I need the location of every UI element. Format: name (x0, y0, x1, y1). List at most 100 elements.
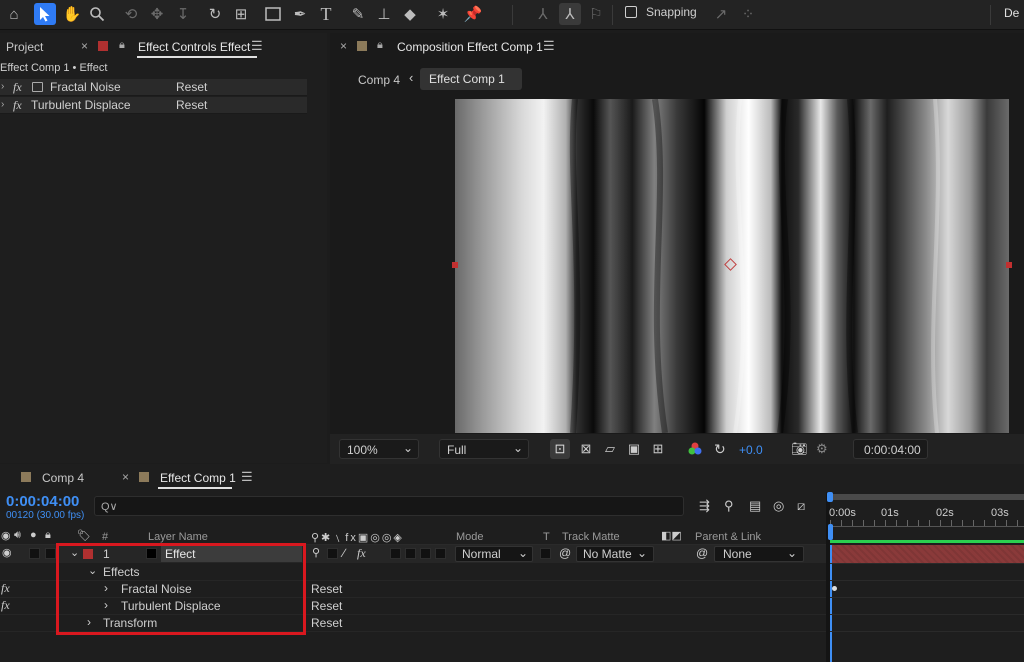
lock-icon[interactable]: 🔒︎ (119, 39, 125, 52)
audio-toggle-icon[interactable]: 🔊︎ (14, 529, 21, 542)
reset-link[interactable]: Reset (311, 616, 342, 630)
tab-comp-4[interactable]: Comp 4 (42, 471, 84, 485)
anchor-icon[interactable]: ⊞ (230, 3, 252, 25)
axis-world-icon[interactable]: ⅄ (559, 3, 581, 25)
effect-row[interactable]: › fx Turbulent Displace Reset (0, 97, 307, 114)
tab-composition[interactable]: Composition Effect Comp 1 (397, 40, 543, 54)
home-icon[interactable]: ⌂ (3, 3, 25, 25)
mask-visibility-icon[interactable]: ▱ (600, 439, 620, 459)
pan-icon[interactable]: ✥ (146, 3, 168, 25)
brush-icon[interactable]: ✎ (347, 3, 369, 25)
layer-duration-bar[interactable] (830, 545, 1024, 563)
show-snapshot-icon[interactable]: ⚙ (816, 439, 834, 459)
preserve-transparency-switch[interactable] (540, 548, 551, 559)
comp-breadcrumb-item[interactable]: Comp 4 (358, 73, 400, 87)
video-toggle-icon[interactable]: ◉ (1, 529, 11, 542)
fx-icon[interactable]: fx (1, 581, 10, 596)
playhead-handle[interactable] (828, 524, 833, 540)
graph-editor-icon[interactable]: ⧄ (797, 498, 805, 514)
snap-grid-icon[interactable]: ⁘ (737, 3, 759, 25)
parent-dropdown[interactable]: None ⌄ (714, 546, 804, 562)
expand-chevron-icon[interactable]: › (1, 81, 4, 92)
region-of-interest-icon[interactable]: ▣ (624, 439, 644, 459)
effect-row[interactable]: › fx Fractal Noise Reset (0, 79, 307, 96)
close-icon[interactable]: × (122, 470, 129, 484)
quality-switch-icon[interactable]: ∕ (343, 546, 345, 560)
hand-icon[interactable]: ✋ (61, 3, 83, 25)
pen-icon[interactable]: ✒ (289, 3, 311, 25)
work-area-start-handle[interactable] (827, 492, 833, 502)
axis-view-icon[interactable]: ⚐ (585, 3, 607, 25)
close-icon[interactable]: × (340, 39, 347, 53)
reset-link[interactable]: Reset (176, 98, 207, 112)
axis-local-icon[interactable]: ⅄ (532, 3, 554, 25)
snapshot-camera-icon[interactable]: 📷︎ (791, 439, 809, 459)
fx-switch-icon[interactable]: fx (357, 546, 366, 561)
comp-breadcrumb-current[interactable]: Effect Comp 1 (420, 68, 522, 90)
shy-switch-icon[interactable]: ⚲ (312, 546, 320, 559)
exposure-value[interactable]: +0.0 (739, 443, 763, 457)
work-area-bar[interactable] (830, 494, 1024, 500)
snapping-checkbox[interactable] (625, 6, 637, 18)
frame-blend-switch[interactable] (390, 548, 401, 559)
reset-link[interactable]: Reset (311, 599, 342, 613)
panel-menu-icon[interactable]: ☰ (241, 469, 253, 485)
resolution-dropdown[interactable]: Full ⌄ (439, 439, 529, 459)
fx-icon[interactable]: fx (1, 598, 10, 613)
dolly-icon[interactable]: ↧ (172, 3, 194, 25)
orbit-icon[interactable]: ⟲ (120, 3, 142, 25)
solo-icon[interactable]: ● (30, 529, 37, 541)
motion-blur-icon[interactable]: ◎ (773, 498, 784, 514)
lock-icon[interactable]: 🔒︎ (377, 39, 383, 52)
transparency-grid-icon[interactable]: ⊠ (576, 439, 596, 459)
layer-search-input[interactable]: Q∨ (94, 496, 684, 516)
lock-icon[interactable]: 🔒︎ (45, 529, 51, 542)
eye-icon[interactable]: ◉ (2, 546, 12, 559)
comp-flowchart-icon[interactable]: ⇶ (699, 498, 710, 514)
rectangle-icon[interactable] (262, 3, 284, 25)
tab-effect-controls[interactable]: Effect Controls Effect (138, 40, 250, 54)
label-tag-icon[interactable]: 🏷︎ (77, 529, 91, 542)
type-icon[interactable]: T (315, 3, 337, 25)
3d-layer-switch[interactable] (435, 548, 446, 559)
bounding-handle[interactable] (1006, 262, 1012, 268)
frame-blending-icon[interactable]: ▤ (749, 498, 761, 514)
rotate-icon[interactable]: ↻ (204, 3, 226, 25)
track-matte-dropdown[interactable]: No Matte ⌄ (576, 546, 654, 562)
bounding-handle[interactable] (452, 262, 458, 268)
close-icon[interactable]: × (81, 39, 88, 53)
fx-icon[interactable]: fx (13, 80, 22, 95)
clone-stamp-icon[interactable]: ⊥ (373, 3, 395, 25)
eraser-icon[interactable]: ◆ (399, 3, 421, 25)
workspace-label[interactable]: De (1004, 6, 1019, 20)
puppet-pin-icon[interactable]: 📌 (462, 3, 484, 25)
parent-pickwhip-icon[interactable]: @ (696, 546, 708, 560)
keyframe-dot[interactable] (832, 586, 837, 591)
motion-blur-switch[interactable] (405, 548, 416, 559)
current-time[interactable]: 0:00:04:00 (6, 493, 79, 510)
zoom-dropdown[interactable]: 100% ⌄ (339, 439, 419, 459)
shy-layers-icon[interactable]: ⚲ (724, 498, 734, 514)
guides-icon[interactable]: ⊞ (648, 439, 668, 459)
panel-menu-icon[interactable]: ☰ (251, 38, 263, 54)
reset-exposure-icon[interactable]: ↻ (714, 439, 732, 459)
tab-effect-comp-1[interactable]: Effect Comp 1 (160, 471, 236, 485)
fx-icon[interactable]: fx (13, 98, 22, 113)
selection-arrow-icon[interactable] (34, 3, 56, 25)
layer-name-header[interactable]: Layer Name (148, 531, 208, 543)
reset-link[interactable]: Reset (176, 80, 207, 94)
snap-edge-icon[interactable]: ↗ (710, 3, 732, 25)
color-channels-icon[interactable] (686, 440, 704, 458)
zoom-icon[interactable] (86, 3, 108, 25)
viewer-timecode[interactable]: 0:00:04:00 (853, 439, 928, 459)
adjustment-switch[interactable] (420, 548, 431, 559)
fast-preview-icon[interactable]: ⊡ (550, 439, 570, 459)
mode-dropdown[interactable]: Normal ⌄ (455, 546, 533, 562)
pickwhip-icon[interactable]: @ (559, 546, 571, 560)
panel-menu-icon[interactable]: ☰ (543, 38, 555, 54)
tab-project[interactable]: Project (6, 40, 43, 54)
collapse-switch[interactable] (327, 548, 338, 559)
expand-chevron-icon[interactable]: › (1, 99, 4, 110)
roto-brush-icon[interactable]: ✶ (432, 3, 454, 25)
lock-switch[interactable] (45, 548, 56, 559)
